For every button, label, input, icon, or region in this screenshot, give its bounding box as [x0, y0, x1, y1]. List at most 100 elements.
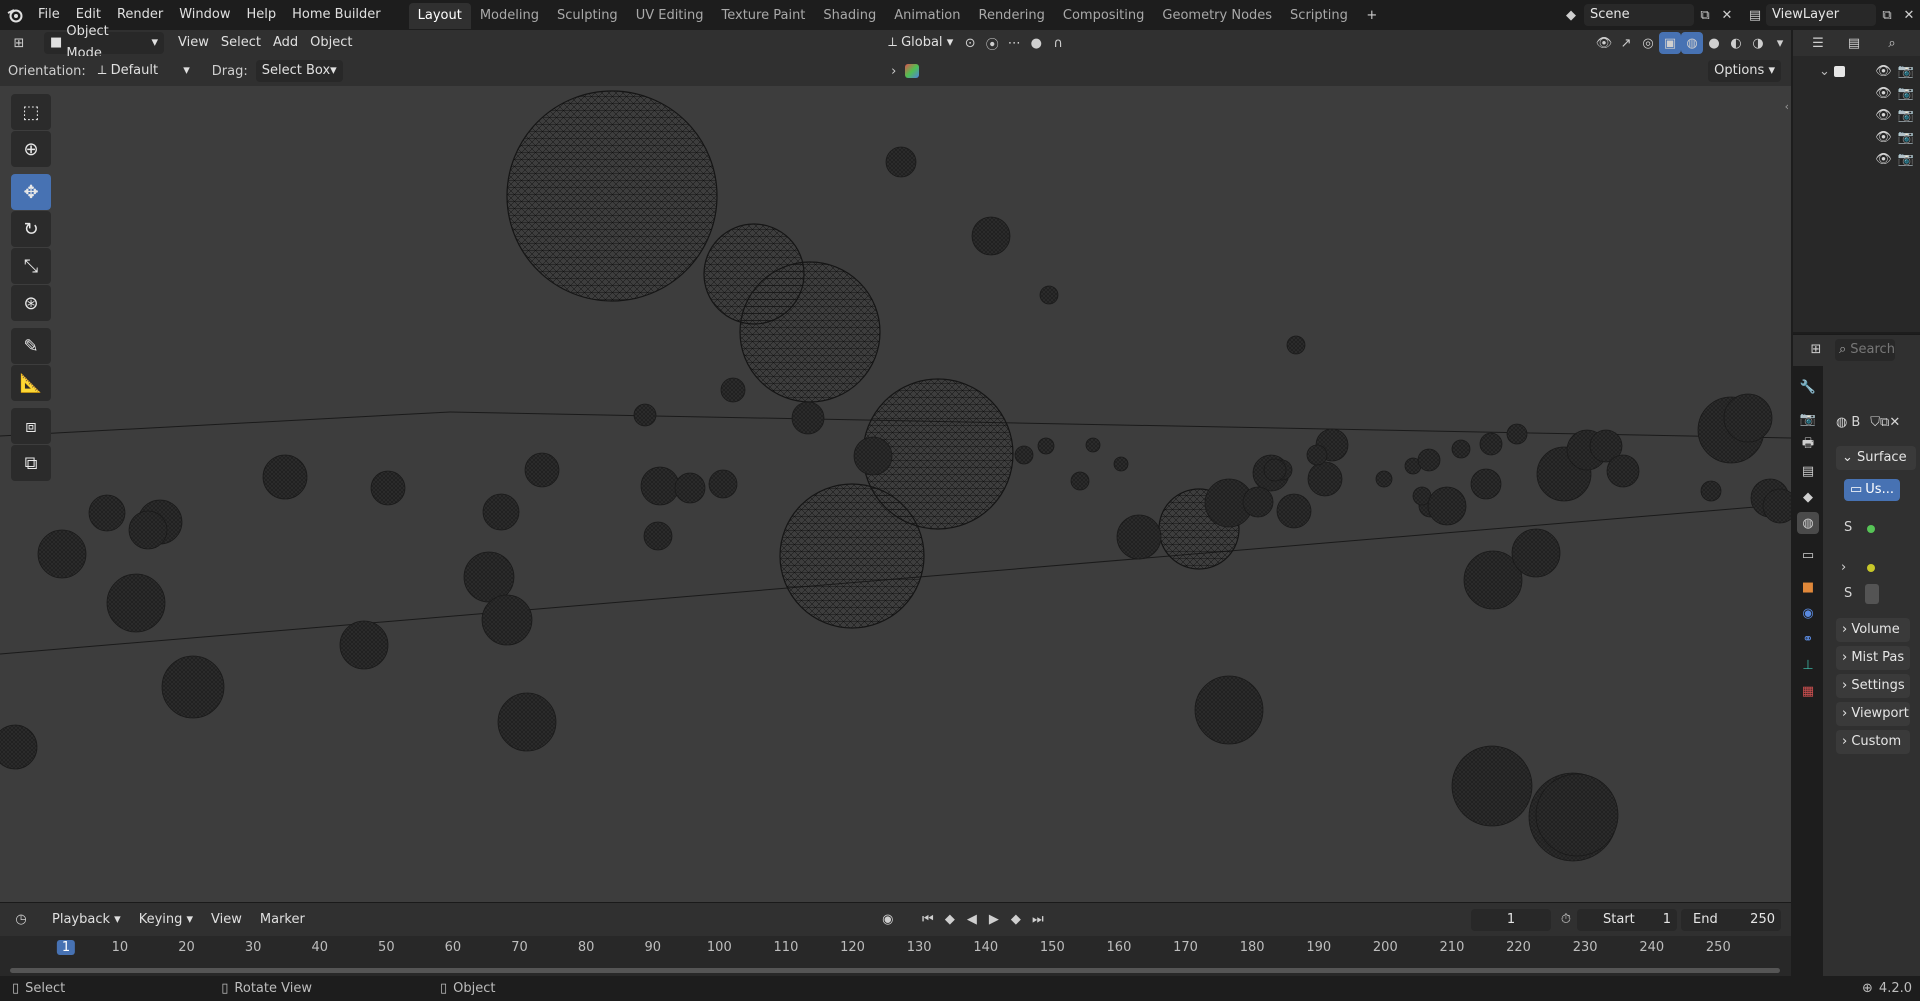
jump-end-icon[interactable]: ⏭: [1027, 909, 1049, 931]
sphere-object[interactable]: [885, 146, 917, 178]
end-frame-field[interactable]: End 250: [1681, 908, 1781, 931]
sphere-object[interactable]: [88, 494, 126, 532]
viewport-menu-select[interactable]: Select: [215, 32, 267, 54]
scene-icon[interactable]: ◆: [1560, 4, 1582, 26]
next-keyframe-icon[interactable]: ◆: [1005, 909, 1027, 931]
sphere-object[interactable]: [1417, 448, 1441, 472]
tab-sculpting[interactable]: Sculpting: [548, 3, 627, 29]
tab-geometry-nodes[interactable]: Geometry Nodes: [1153, 3, 1281, 29]
camera-icon[interactable]: 📷: [1898, 86, 1914, 101]
sphere-object[interactable]: [339, 620, 389, 670]
stopwatch-icon[interactable]: ⏱: [1555, 909, 1577, 931]
record-icon[interactable]: ◉: [877, 909, 899, 931]
transform-orientation-selector[interactable]: ⟂ Global ▾: [882, 32, 959, 54]
outliner-row[interactable]: 👁 📷: [1793, 126, 1920, 148]
sphere-object[interactable]: [708, 469, 738, 499]
sphere-object[interactable]: [463, 551, 515, 603]
use-nodes-button[interactable]: ▭ Us...: [1844, 479, 1900, 501]
sphere-object[interactable]: [1276, 493, 1312, 529]
sphere-object[interactable]: [791, 401, 825, 435]
sphere-object[interactable]: [1506, 423, 1528, 445]
prev-keyframe-icon[interactable]: ◆: [939, 909, 961, 931]
view-layer-tab-icon[interactable]: ▤: [1797, 460, 1819, 482]
sphere-object[interactable]: [1427, 486, 1467, 526]
texture-tab-icon[interactable]: ▦: [1797, 680, 1819, 702]
physics-tab-icon[interactable]: ◉: [1797, 602, 1819, 624]
gizmo-cube-icon[interactable]: [904, 64, 919, 78]
tool-tab-icon[interactable]: 🔧: [1797, 376, 1819, 398]
outliner-row[interactable]: 👁 📷: [1793, 82, 1920, 104]
outliner-row[interactable]: 👁 📷: [1793, 104, 1920, 126]
scene-selector[interactable]: Scene: [1584, 4, 1694, 26]
sphere-object[interactable]: [482, 493, 520, 531]
sphere-object[interactable]: [481, 594, 533, 646]
display-mode-icon[interactable]: ▤: [1843, 32, 1865, 54]
eye-icon[interactable]: 👁: [1875, 86, 1892, 101]
panel-mist-pas[interactable]: › Mist Pas: [1836, 646, 1910, 670]
chevron-down-icon[interactable]: ⌄: [1819, 64, 1830, 79]
mode-selector[interactable]: ■ Object Mode ▾: [44, 24, 164, 61]
sphere-object[interactable]: [1070, 471, 1090, 491]
sphere-object[interactable]: [1263, 458, 1287, 482]
panel-viewport[interactable]: › Viewport: [1836, 702, 1910, 726]
sphere-object[interactable]: [1451, 745, 1533, 827]
sphere-object[interactable]: [1451, 439, 1471, 459]
sphere-object[interactable]: [370, 470, 406, 506]
collection-tab-icon[interactable]: ▭: [1797, 544, 1819, 566]
sphere-object[interactable]: [1194, 675, 1264, 745]
sphere-object[interactable]: [1606, 454, 1640, 488]
drag-dropdown[interactable]: Select Box ▾: [255, 60, 343, 82]
viewport-menu-view[interactable]: View: [172, 32, 215, 54]
eye-icon[interactable]: 👁: [1875, 64, 1892, 79]
new-scene-icon[interactable]: ⧉: [1694, 4, 1716, 26]
close-icon[interactable]: ✕: [1898, 4, 1920, 26]
surface-socket-icon[interactable]: [1867, 525, 1875, 533]
sphere-object[interactable]: [1470, 468, 1502, 500]
object-tab-icon[interactable]: ■: [1797, 576, 1819, 598]
overlay-icon[interactable]: ◎: [1637, 32, 1659, 54]
sphere-object[interactable]: [1014, 445, 1034, 465]
sphere-object[interactable]: [640, 466, 680, 506]
view-layer-icon[interactable]: ▤: [1744, 4, 1766, 26]
sphere-object[interactable]: [497, 692, 557, 752]
current-frame-field[interactable]: 1: [1471, 908, 1551, 931]
sphere-object[interactable]: [1113, 456, 1129, 472]
proportional-edit-icon[interactable]: ●: [1025, 32, 1047, 54]
editor-type-icon[interactable]: ⊞: [8, 32, 30, 54]
add-cube-icon[interactable]: ⧈: [11, 408, 51, 444]
viewport-menu-add[interactable]: Add: [267, 32, 304, 54]
tab-layout[interactable]: Layout: [408, 3, 471, 29]
select-box-icon[interactable]: ⬚: [11, 94, 51, 130]
scene-render[interactable]: [0, 86, 1791, 902]
measure-icon[interactable]: 📐: [11, 365, 51, 401]
scale-icon[interactable]: ⤡: [11, 248, 51, 284]
sphere-object[interactable]: [643, 521, 673, 551]
start-frame-field[interactable]: Start 1: [1577, 908, 1677, 931]
sphere-object[interactable]: [1085, 437, 1101, 453]
panel-volume[interactable]: › Volume: [1836, 618, 1910, 642]
snap-icon[interactable]: ⦿: [981, 32, 1003, 54]
material-shading-icon[interactable]: ◐: [1725, 32, 1747, 54]
sphere-object[interactable]: [739, 261, 881, 403]
panel-custom[interactable]: › Custom: [1836, 730, 1910, 754]
3d-viewport[interactable]: ‹: [0, 86, 1791, 902]
eye-icon[interactable]: 👁: [1875, 108, 1892, 123]
constraints-tab-icon[interactable]: ⚭: [1797, 628, 1819, 650]
outliner-row[interactable]: ⌄ 👁 📷: [1793, 60, 1920, 82]
collapse-sidebar-icon[interactable]: ‹: [1785, 100, 1789, 113]
sphere-object[interactable]: [1286, 335, 1306, 355]
blender-logo-icon[interactable]: [0, 0, 30, 30]
menu-help[interactable]: Help: [239, 0, 285, 30]
jump-start-icon[interactable]: ⏮: [917, 909, 939, 931]
camera-icon[interactable]: 📷: [1898, 152, 1914, 167]
outliner-row[interactable]: 👁 📷: [1793, 148, 1920, 170]
sphere-object[interactable]: [128, 510, 168, 550]
xray-icon[interactable]: ▣: [1659, 32, 1682, 54]
extrude-icon[interactable]: ⧉: [11, 445, 51, 481]
new-view-layer-icon[interactable]: ⧉: [1876, 4, 1898, 26]
falloff-icon[interactable]: ∩: [1047, 32, 1069, 54]
sphere-object[interactable]: [720, 377, 746, 403]
timeline-menu-marker[interactable]: Marker: [254, 909, 311, 931]
world-datablock[interactable]: ◍ B ⛉ ⧉ ✕: [1836, 410, 1918, 434]
add-workspace-icon[interactable]: +: [1361, 4, 1383, 26]
